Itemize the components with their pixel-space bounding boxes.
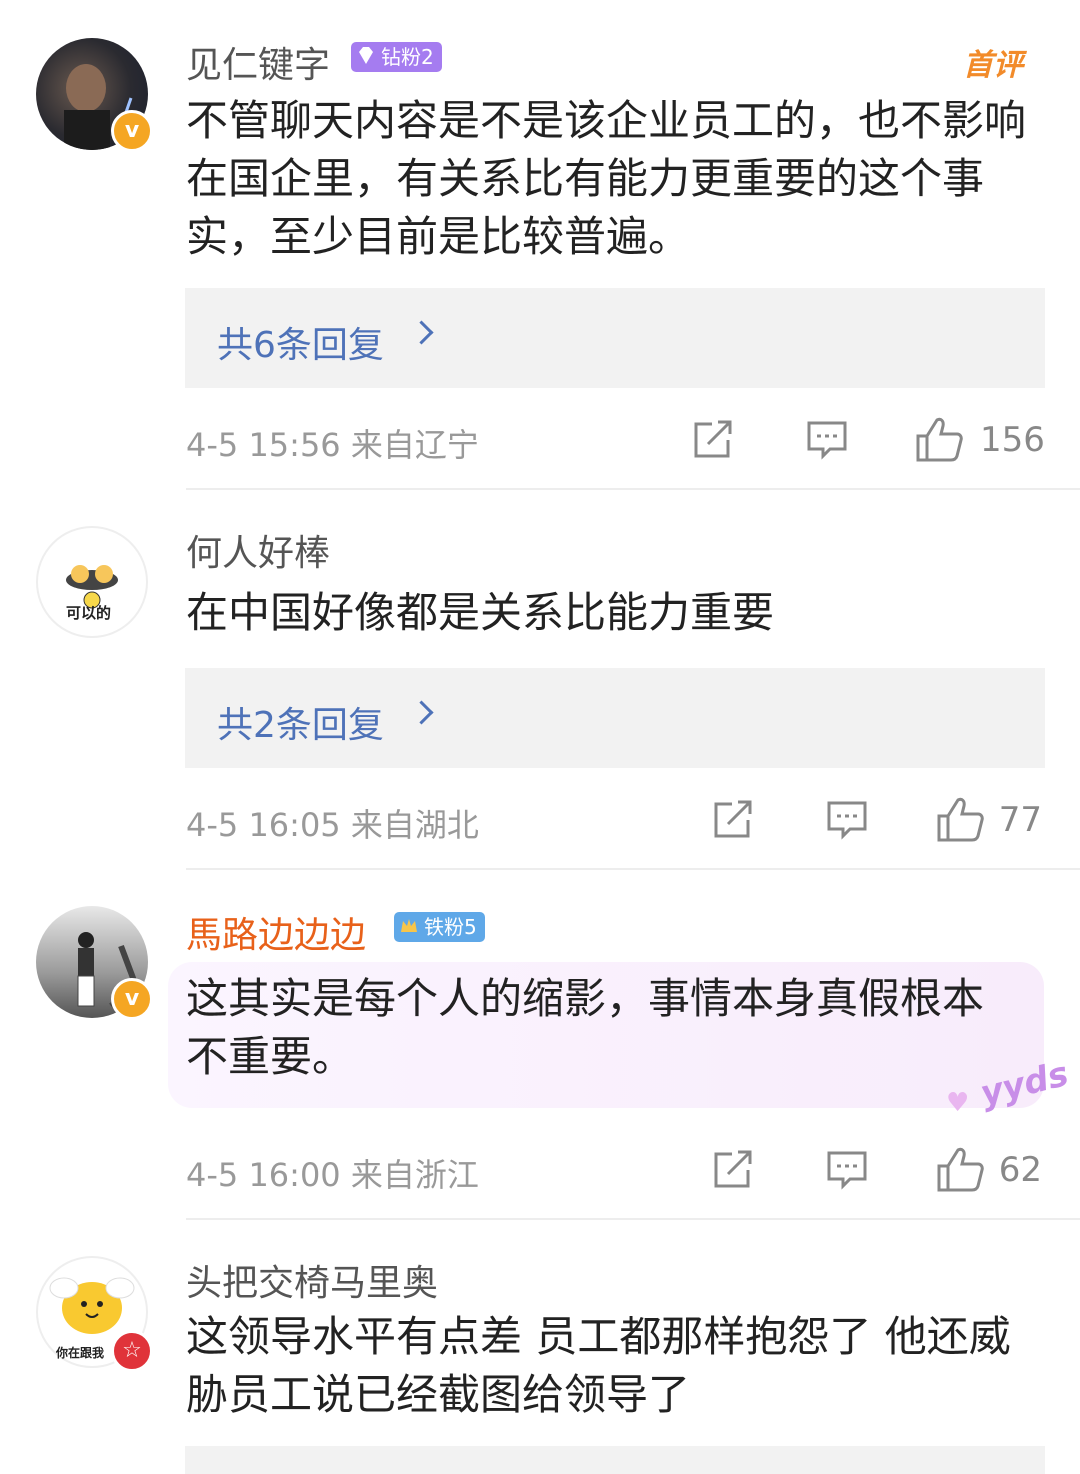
verified-icon: v <box>111 110 153 152</box>
fan-badge: 钻粉2 <box>351 42 442 72</box>
share-icon[interactable] <box>712 800 754 840</box>
comment-icon[interactable] <box>826 800 868 840</box>
comment-item: v 馬路边边边 铁粉5 这其实是每个人的缩影，事情本身真假根本不重要。 yyds… <box>0 870 1080 1220</box>
comment-icon[interactable] <box>826 1150 868 1190</box>
chevron-right-icon <box>409 320 434 345</box>
crown-icon <box>401 919 417 932</box>
like-icon[interactable] <box>915 416 963 462</box>
username[interactable]: 馬路边边边 <box>186 906 366 958</box>
chevron-right-icon <box>409 700 434 725</box>
like-icon[interactable] <box>936 1146 984 1192</box>
like-icon[interactable] <box>936 796 984 842</box>
username[interactable]: 何人好棒 <box>186 524 330 576</box>
comment-text: 这领导水平有点差 员工都那样抱怨了 他还威胁员工说已经截图给领导了 <box>186 1312 1011 1419</box>
red-star-badge-icon: ☆ <box>111 1330 153 1372</box>
like-count: 156 <box>980 420 1045 460</box>
replies-label: 共2条回复 <box>217 705 384 746</box>
replies-label: 共6条回复 <box>217 325 384 366</box>
first-comment-tag: 首评 <box>963 48 1023 83</box>
comment-text: 这其实是每个人的缩影，事情本身真假根本不重要。 <box>186 974 985 1081</box>
comment-item: 你在跟我 ☆ 头把交椅马里奥 这领导水平有点差 员工都那样抱怨了 他还威胁员工说… <box>0 1220 1080 1474</box>
comment-item: v 见仁键字 钻粉2 首评 不管聊天内容是不是该企业员工的，也不影响在国企里，有… <box>0 0 1080 490</box>
replies-button[interactable] <box>185 1446 1045 1474</box>
avatar-caption: 你在跟我 <box>56 1346 105 1360</box>
comment-icon[interactable] <box>806 420 848 460</box>
replies-button[interactable]: 共6条回复 <box>185 288 1045 388</box>
comment-text: 不管聊天内容是不是该企业员工的，也不影响在国企里，有关系比有能力更重要的这个事实… <box>186 96 1027 261</box>
username[interactable]: 见仁键字 <box>186 36 330 88</box>
fan-badge-label: 钻粉2 <box>381 45 434 69</box>
like-count: 77 <box>998 800 1042 840</box>
like-count: 62 <box>998 1150 1042 1190</box>
comment-item: 可以的 何人好棒 在中国好像都是关系比能力重要 共2条回复 4-5 16:05 … <box>0 490 1080 870</box>
verified-icon: v <box>111 978 153 1020</box>
username[interactable]: 头把交椅马里奥 <box>186 1254 438 1306</box>
fan-badge: 铁粉5 <box>394 912 485 942</box>
gem-icon <box>359 47 373 64</box>
share-icon[interactable] <box>692 420 734 460</box>
comment-meta: 4-5 15:56 来自辽宁 <box>186 426 479 464</box>
comment-text: 在中国好像都是关系比能力重要 <box>186 588 775 637</box>
comment-meta: 4-5 16:05 来自湖北 <box>186 806 479 844</box>
avatar-caption: 可以的 <box>66 604 112 622</box>
replies-button[interactable]: 共2条回复 <box>185 668 1045 768</box>
heart-icon: ♥ <box>946 1088 970 1118</box>
comment-meta: 4-5 16:00 来自浙江 <box>186 1156 479 1194</box>
share-icon[interactable] <box>712 1150 754 1190</box>
fan-badge-label: 铁粉5 <box>424 915 477 939</box>
